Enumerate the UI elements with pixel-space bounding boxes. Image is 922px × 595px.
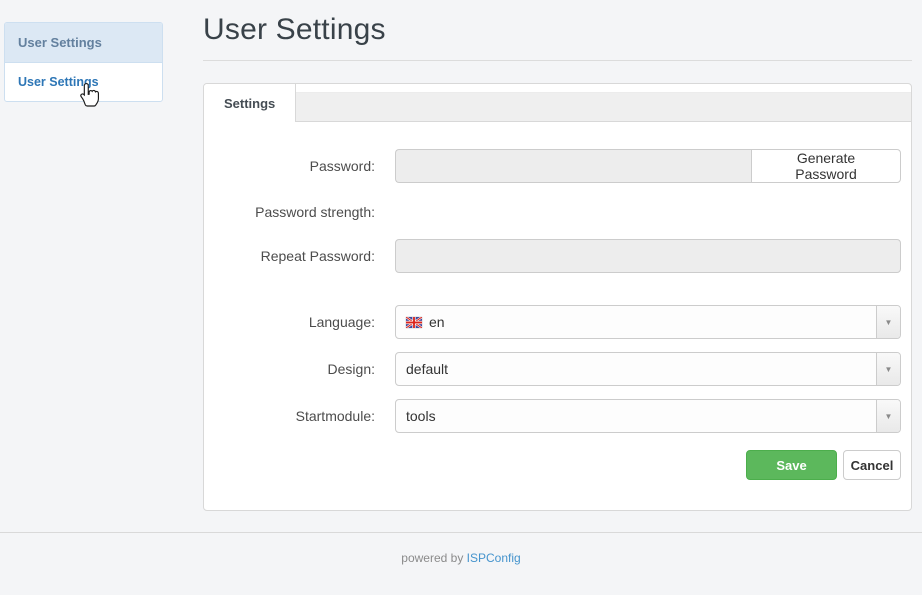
- footer: powered by ISPConfig: [0, 551, 922, 565]
- startmodule-select[interactable]: tools ▼: [395, 399, 901, 433]
- sidebar-section-header: User Settings: [5, 23, 162, 63]
- sidebar: User Settings User Settings: [4, 22, 163, 102]
- password-strength-label: Password strength:: [204, 204, 375, 220]
- language-row: Language:: [204, 305, 901, 339]
- design-selected-value: default: [406, 361, 448, 377]
- generate-password-button[interactable]: Generate Password: [751, 149, 901, 183]
- password-row: Password: Generate Password: [204, 149, 901, 183]
- uk-flag-icon: [406, 317, 422, 328]
- repeat-password-label: Repeat Password:: [204, 248, 375, 264]
- password-label: Password:: [204, 158, 375, 174]
- tab-bar-filler: [296, 92, 911, 122]
- settings-form: Password: Generate Password Password str…: [204, 122, 911, 510]
- repeat-password-input[interactable]: [395, 239, 901, 273]
- language-select[interactable]: en ▼: [395, 305, 901, 339]
- settings-panel: Settings Password: Generate Password Pas…: [203, 83, 912, 511]
- form-actions: Save Cancel: [204, 450, 901, 480]
- tab-settings[interactable]: Settings: [204, 84, 296, 122]
- repeat-password-row: Repeat Password:: [204, 239, 901, 273]
- page-title: User Settings: [203, 13, 912, 61]
- cancel-button[interactable]: Cancel: [843, 450, 901, 480]
- startmodule-selected-value: tools: [406, 408, 436, 424]
- design-label: Design:: [204, 361, 375, 377]
- startmodule-label: Startmodule:: [204, 408, 375, 424]
- save-button[interactable]: Save: [746, 450, 837, 480]
- design-row: Design: default ▼: [204, 352, 901, 386]
- tab-bar: Settings: [204, 84, 911, 122]
- chevron-down-icon: ▼: [876, 306, 900, 338]
- main-content: User Settings Settings Password: Generat…: [203, 0, 912, 511]
- chevron-down-icon: ▼: [876, 400, 900, 432]
- password-input[interactable]: [395, 149, 751, 183]
- ispconfig-link[interactable]: ISPConfig: [467, 551, 521, 565]
- chevron-down-icon: ▼: [876, 353, 900, 385]
- design-select[interactable]: default ▼: [395, 352, 901, 386]
- password-strength-row: Password strength:: [204, 204, 901, 220]
- powered-by-text: powered by: [401, 551, 463, 565]
- footer-divider: [0, 532, 922, 533]
- sidebar-item-user-settings[interactable]: User Settings: [5, 63, 162, 101]
- language-selected-value: en: [429, 314, 445, 330]
- language-label: Language:: [204, 314, 375, 330]
- startmodule-row: Startmodule: tools ▼: [204, 399, 901, 433]
